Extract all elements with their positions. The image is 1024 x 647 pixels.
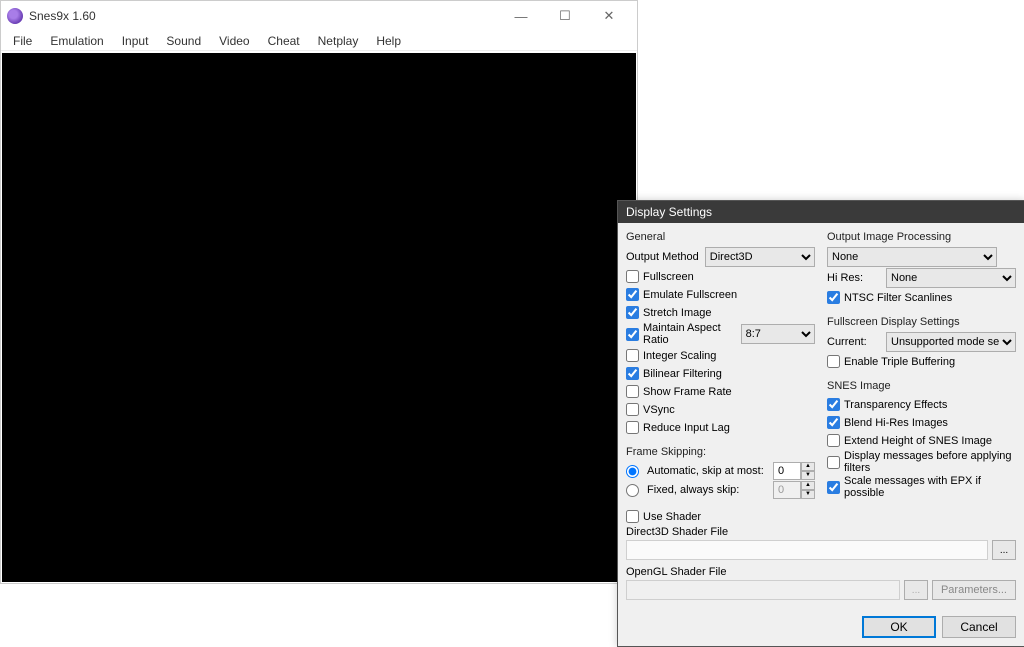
scale-messages-checkbox[interactable] <box>827 481 840 494</box>
frameskip-fixed-value <box>773 481 801 499</box>
integer-scaling-label: Integer Scaling <box>643 350 716 362</box>
maximize-button[interactable]: ☐ <box>543 1 587 31</box>
parameters-button: Parameters... <box>932 580 1016 600</box>
menu-input[interactable]: Input <box>114 32 157 50</box>
emulate-fullscreen-label: Emulate Fullscreen <box>643 289 737 301</box>
vsync-label: VSync <box>643 404 675 416</box>
spinner-down-icon: ▼ <box>801 490 815 499</box>
right-column: Output Image Processing None Hi Res: Non… <box>827 229 1016 500</box>
blend-hires-checkbox[interactable] <box>827 416 840 429</box>
game-viewport <box>2 53 636 582</box>
d3d-shader-file-input[interactable] <box>626 540 988 560</box>
hires-select[interactable]: None <box>886 268 1016 288</box>
menu-help[interactable]: Help <box>368 32 409 50</box>
output-processing-header: Output Image Processing <box>827 231 1016 243</box>
extend-height-checkbox[interactable] <box>827 434 840 447</box>
titlebar[interactable]: Snes9x 1.60 — ☐ ✕ <box>1 1 637 31</box>
minimize-button[interactable]: — <box>499 1 543 31</box>
reduce-input-lag-checkbox[interactable] <box>626 421 639 434</box>
stretch-image-label: Stretch Image <box>643 307 711 319</box>
maintain-aspect-label: Maintain Aspect Ratio <box>643 322 741 346</box>
use-shader-checkbox[interactable] <box>626 510 639 523</box>
window-title: Snes9x 1.60 <box>29 9 96 23</box>
transparency-checkbox[interactable] <box>827 398 840 411</box>
menu-cheat[interactable]: Cheat <box>260 32 308 50</box>
frameskip-auto-spinner[interactable]: ▲▼ <box>773 462 815 480</box>
menu-netplay[interactable]: Netplay <box>310 32 367 50</box>
frame-skipping-header: Frame Skipping: <box>626 446 815 458</box>
spinner-up-icon: ▲ <box>801 481 815 490</box>
ntsc-scanlines-label: NTSC Filter Scanlines <box>844 292 952 304</box>
menu-file[interactable]: File <box>5 32 40 50</box>
fullscreen-checkbox[interactable] <box>626 270 639 283</box>
fullscreen-label: Fullscreen <box>643 271 694 283</box>
use-shader-label: Use Shader <box>643 511 701 523</box>
frameskip-fixed-label: Fixed, always skip: <box>647 484 739 496</box>
bilinear-filtering-label: Bilinear Filtering <box>643 368 722 380</box>
show-framerate-label: Show Frame Rate <box>643 386 732 398</box>
display-messages-checkbox[interactable] <box>827 456 840 469</box>
spinner-up-icon[interactable]: ▲ <box>801 462 815 471</box>
frameskip-auto-label: Automatic, skip at most: <box>647 465 764 477</box>
output-method-select[interactable]: Direct3D <box>705 247 815 267</box>
menu-emulation[interactable]: Emulation <box>42 32 111 50</box>
general-column: General Output Method Direct3D Fullscree… <box>626 229 815 500</box>
snes-image-header: SNES Image <box>827 380 1016 392</box>
triple-buffering-checkbox[interactable] <box>827 355 840 368</box>
frameskip-fixed-spinner: ▲▼ <box>773 481 815 499</box>
ogl-shader-label: OpenGL Shader File <box>626 566 1016 578</box>
display-messages-label: Display messages before applying filters <box>844 450 1016 474</box>
transparency-label: Transparency Effects <box>844 399 947 411</box>
frameskip-auto-radio[interactable] <box>626 465 639 478</box>
blend-hires-label: Blend Hi-Res Images <box>844 417 948 429</box>
output-filter-select[interactable]: None <box>827 247 997 267</box>
general-header: General <box>626 231 815 243</box>
close-button[interactable]: ✕ <box>587 1 631 31</box>
app-icon <box>7 8 23 24</box>
ok-button[interactable]: OK <box>862 616 936 638</box>
ntsc-scanlines-checkbox[interactable] <box>827 291 840 304</box>
display-settings-dialog: Display Settings General Output Method D… <box>617 200 1024 647</box>
maintain-aspect-checkbox[interactable] <box>626 328 639 341</box>
dialog-title[interactable]: Display Settings <box>618 201 1024 223</box>
emulate-fullscreen-checkbox[interactable] <box>626 288 639 301</box>
current-mode-select[interactable]: Unsupported mode selected <box>886 332 1016 352</box>
frameskip-fixed-radio[interactable] <box>626 484 639 497</box>
menu-video[interactable]: Video <box>211 32 257 50</box>
extend-height-label: Extend Height of SNES Image <box>844 435 992 447</box>
menubar: File Emulation Input Sound Video Cheat N… <box>1 31 637 51</box>
reduce-input-lag-label: Reduce Input Lag <box>643 422 730 434</box>
emulator-window: Snes9x 1.60 — ☐ ✕ File Emulation Input S… <box>0 0 638 584</box>
d3d-shader-label: Direct3D Shader File <box>626 526 1016 538</box>
bilinear-filtering-checkbox[interactable] <box>626 367 639 380</box>
spinner-down-icon[interactable]: ▼ <box>801 471 815 480</box>
hires-label: Hi Res: <box>827 272 863 284</box>
integer-scaling-checkbox[interactable] <box>626 349 639 362</box>
current-mode-label: Current: <box>827 336 867 348</box>
cancel-button[interactable]: Cancel <box>942 616 1016 638</box>
scale-messages-label: Scale messages with EPX if possible <box>844 475 1016 499</box>
show-framerate-checkbox[interactable] <box>626 385 639 398</box>
aspect-ratio-select[interactable]: 8:7 <box>741 324 815 344</box>
ogl-shader-file-input <box>626 580 900 600</box>
d3d-browse-button[interactable]: ... <box>992 540 1016 560</box>
output-method-label: Output Method <box>626 251 699 263</box>
stretch-image-checkbox[interactable] <box>626 306 639 319</box>
triple-buffering-label: Enable Triple Buffering <box>844 356 955 368</box>
frameskip-auto-value[interactable] <box>773 462 801 480</box>
menu-sound[interactable]: Sound <box>158 32 209 50</box>
fullscreen-display-header: Fullscreen Display Settings <box>827 316 1016 328</box>
ogl-browse-button: ... <box>904 580 928 600</box>
vsync-checkbox[interactable] <box>626 403 639 416</box>
